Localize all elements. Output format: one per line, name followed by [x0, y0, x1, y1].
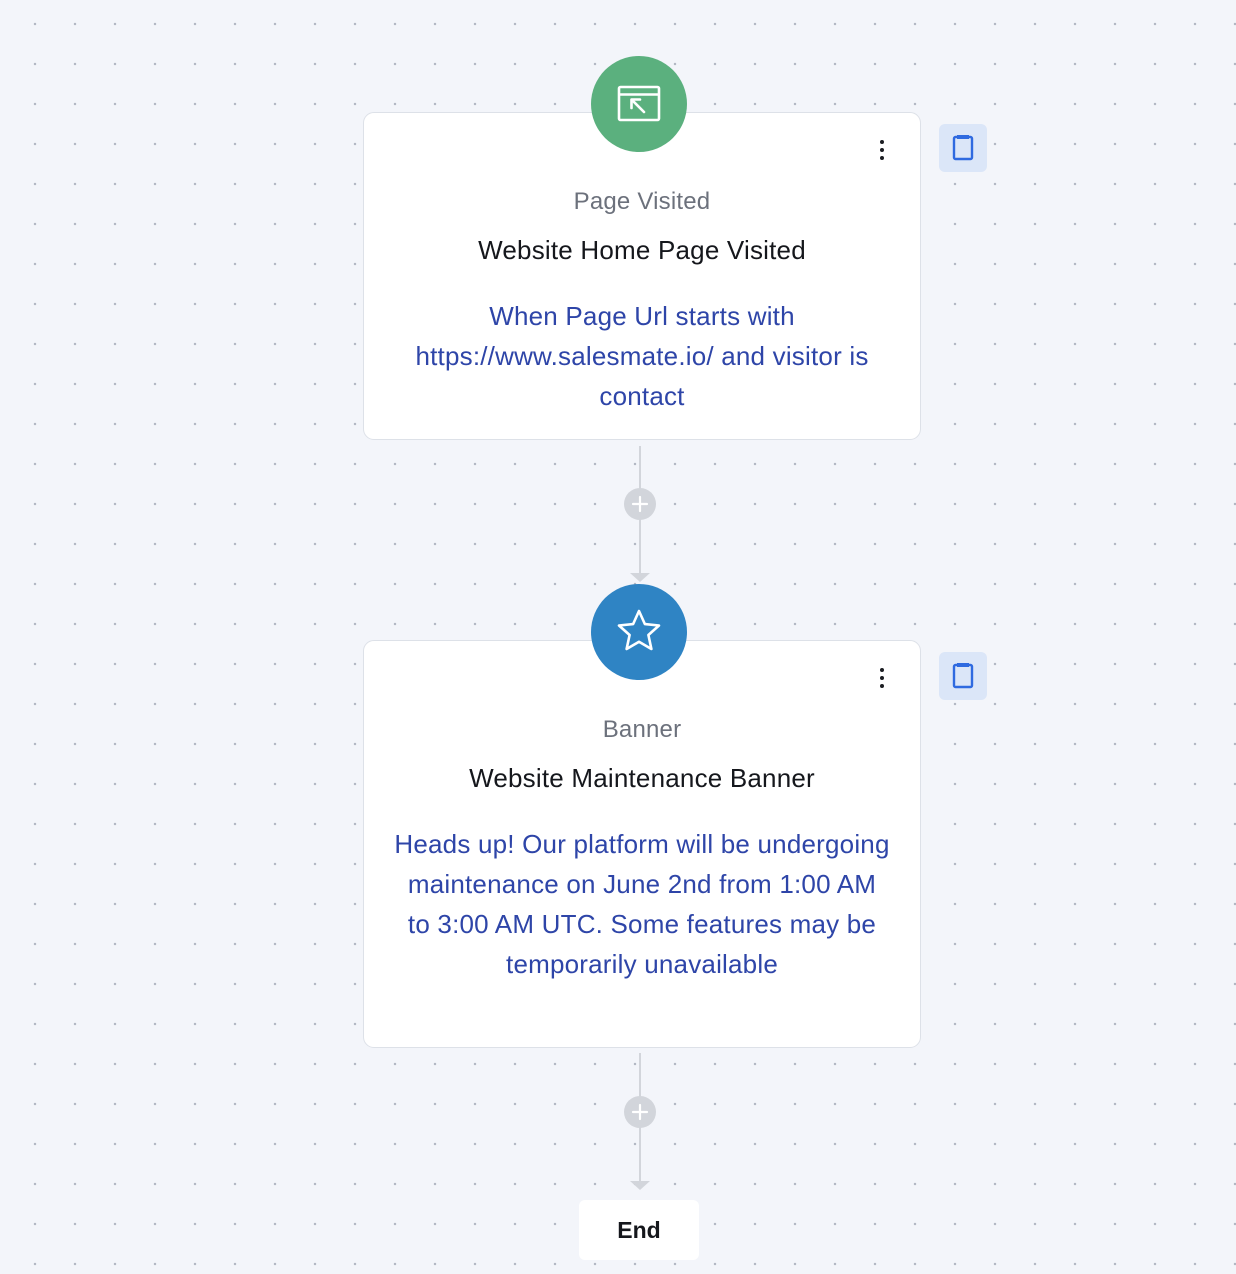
page-visited-icon: [617, 85, 661, 122]
note-button[interactable]: [939, 124, 987, 172]
page-visited-icon-circle: [591, 56, 687, 152]
star-icon: [617, 609, 661, 651]
node-type-label: Page Visited: [573, 188, 711, 215]
arrow-head: [630, 573, 650, 582]
more-options-icon[interactable]: [870, 135, 894, 165]
node-title: Website Maintenance Banner: [469, 763, 815, 793]
node-description: When Page Url starts with https://www.sa…: [415, 301, 869, 411]
workflow-canvas[interactable]: Page Visited Website Home Page Visited W…: [0, 0, 1236, 1274]
note-icon: [952, 663, 974, 689]
add-step-button[interactable]: [624, 488, 656, 520]
plus-icon: [631, 495, 649, 513]
banner-node-card[interactable]: Banner Website Maintenance Banner Heads …: [363, 640, 921, 1048]
note-button[interactable]: [939, 652, 987, 700]
banner-icon-circle: [591, 584, 687, 680]
end-node[interactable]: End: [579, 1200, 699, 1260]
node-title: Website Home Page Visited: [478, 235, 806, 265]
plus-icon: [631, 1103, 649, 1121]
add-step-button[interactable]: [624, 1096, 656, 1128]
node-description: Heads up! Our platform will be undergoin…: [394, 829, 890, 979]
more-options-icon[interactable]: [870, 663, 894, 693]
note-icon: [952, 135, 974, 161]
arrow-head: [630, 1181, 650, 1190]
node-type-label: Banner: [602, 716, 682, 743]
trigger-node-card[interactable]: Page Visited Website Home Page Visited W…: [363, 112, 921, 440]
